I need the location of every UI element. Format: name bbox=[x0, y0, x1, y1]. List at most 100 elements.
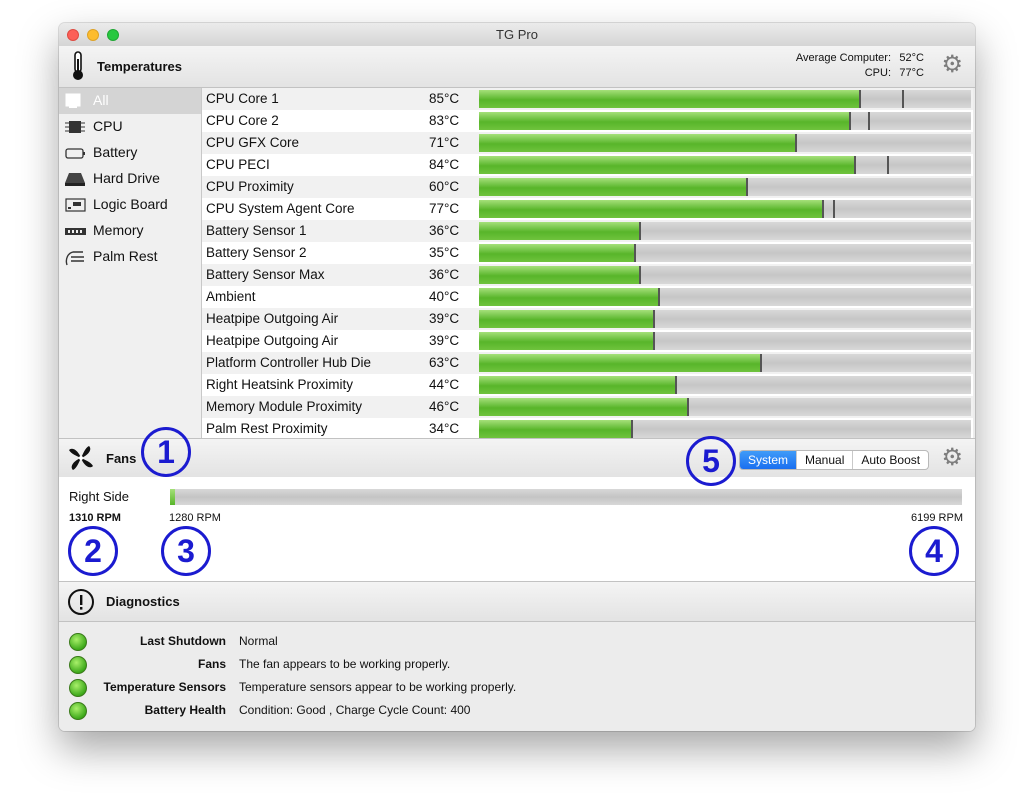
sensor-temperature: 77°C bbox=[429, 201, 460, 216]
fan-current-rpm: 1310 RPM bbox=[69, 512, 121, 524]
temperature-bar-fill bbox=[479, 354, 761, 372]
fan-mode-system-button[interactable]: System bbox=[740, 451, 798, 469]
sensor-name: CPU GFX Core bbox=[206, 135, 300, 150]
sensor-name: CPU Proximity bbox=[206, 179, 294, 194]
fan-mode-manual-button[interactable]: Manual bbox=[797, 451, 854, 469]
temperature-bar-fill bbox=[479, 288, 659, 306]
fans-gear-icon[interactable]: ⚙ bbox=[941, 446, 963, 470]
temperature-bar-track bbox=[479, 266, 971, 284]
temperature-bar-edge bbox=[631, 420, 633, 438]
sidebar-item-hard-drive[interactable]: Hard Drive bbox=[59, 166, 201, 192]
sensor-row[interactable]: Heatpipe Outgoing Air 39°C bbox=[202, 330, 973, 352]
max-temperature-marker bbox=[887, 156, 889, 174]
average-temp-value: 52°C bbox=[899, 52, 924, 64]
fan-min-rpm: 1280 RPM bbox=[169, 512, 221, 524]
sensor-row[interactable]: Right Heatsink Proximity 44°C bbox=[202, 374, 973, 396]
temperature-bar-track bbox=[479, 200, 971, 218]
fan-mode-auto-boost-button[interactable]: Auto Boost bbox=[853, 451, 928, 469]
sensor-row[interactable]: CPU GFX Core 71°C bbox=[202, 132, 973, 154]
sidebar-item-label: Memory bbox=[93, 222, 144, 238]
temperature-bar-track bbox=[479, 398, 971, 416]
status-ok-icon bbox=[69, 656, 87, 674]
sensor-name: Memory Module Proximity bbox=[206, 399, 363, 414]
temperature-bar-track bbox=[479, 90, 971, 108]
sensor-name: Heatpipe Outgoing Air bbox=[206, 333, 339, 348]
sidebar-item-logic-board[interactable]: Logic Board bbox=[59, 192, 201, 218]
sidebar-item-battery[interactable]: Battery bbox=[59, 140, 201, 166]
temperature-bar-fill bbox=[479, 90, 860, 108]
cpu-temp-value: 77°C bbox=[899, 67, 924, 79]
sensor-name: CPU System Agent Core bbox=[206, 201, 355, 216]
sensor-row[interactable]: CPU Core 2 83°C bbox=[202, 110, 973, 132]
sensor-row[interactable]: Memory Module Proximity 46°C bbox=[202, 396, 973, 418]
temperature-bar-track bbox=[479, 376, 971, 394]
fan-mode-segmented-control: System Manual Auto Boost bbox=[739, 450, 930, 470]
temperature-bar-fill bbox=[479, 310, 654, 328]
sensor-row[interactable]: Ambient 40°C bbox=[202, 286, 973, 308]
exclamation-icon bbox=[67, 588, 95, 621]
temperatures-title: Temperatures bbox=[97, 59, 183, 74]
temperature-bar-track bbox=[479, 310, 971, 328]
sensor-name: Ambient bbox=[206, 289, 256, 304]
sensor-temperature: 36°C bbox=[429, 267, 460, 282]
sensor-row[interactable]: Battery Sensor 1 36°C bbox=[202, 220, 973, 242]
temperature-bar-fill bbox=[479, 112, 850, 130]
sensor-row[interactable]: Battery Sensor 2 35°C bbox=[202, 242, 973, 264]
temperature-bar-edge bbox=[822, 200, 824, 218]
diagnostic-label: Temperature Sensors bbox=[103, 680, 227, 694]
sensor-row[interactable]: CPU System Agent Core 77°C bbox=[202, 198, 973, 220]
sensor-temperature: 60°C bbox=[429, 179, 460, 194]
cpu-icon bbox=[65, 119, 85, 135]
sidebar-item-cpu[interactable]: CPU bbox=[59, 114, 201, 140]
temperature-bar-fill bbox=[479, 420, 632, 438]
logic-board-icon bbox=[65, 197, 86, 213]
callout-2: 2 bbox=[68, 526, 118, 576]
sensor-row[interactable]: Palm Rest Proximity 34°C bbox=[202, 418, 973, 438]
sensor-row[interactable]: Platform Controller Hub Die 63°C bbox=[202, 352, 973, 374]
sensor-temperature: 83°C bbox=[429, 113, 460, 128]
all-icon bbox=[65, 93, 85, 109]
temperature-bar-fill bbox=[479, 332, 654, 350]
sidebar-item-palm-rest[interactable]: Palm Rest bbox=[59, 244, 201, 270]
fan-name: Right Side bbox=[69, 489, 129, 504]
temperature-bar-edge bbox=[639, 222, 641, 240]
sensor-temperature: 39°C bbox=[429, 311, 460, 326]
diagnostic-label: Battery Health bbox=[144, 703, 226, 717]
fans-title: Fans bbox=[106, 451, 137, 466]
temperature-bar-edge bbox=[746, 178, 748, 196]
temperature-bar-fill bbox=[479, 398, 688, 416]
sidebar-item-memory[interactable]: Memory bbox=[59, 218, 201, 244]
sidebar-item-label: Hard Drive bbox=[93, 170, 160, 186]
sidebar-item-all[interactable]: All bbox=[59, 88, 201, 114]
temperature-bar-track bbox=[479, 420, 971, 438]
temperature-bar-track bbox=[479, 354, 971, 372]
temperatures-gear-icon[interactable]: ⚙ bbox=[941, 53, 963, 77]
sensor-name: CPU Core 1 bbox=[206, 91, 279, 106]
thermometer-icon bbox=[71, 51, 85, 86]
sensor-row[interactable]: CPU PECI 84°C bbox=[202, 154, 973, 176]
temperature-bar-fill bbox=[479, 200, 823, 218]
battery-icon bbox=[65, 145, 85, 161]
sidebar-item-label: Palm Rest bbox=[93, 248, 158, 264]
temperature-bar-edge bbox=[658, 288, 660, 306]
sensor-row[interactable]: Battery Sensor Max 36°C bbox=[202, 264, 973, 286]
sensor-name: Battery Sensor Max bbox=[206, 267, 325, 282]
sensor-row[interactable]: Heatpipe Outgoing Air 39°C bbox=[202, 308, 973, 330]
fan-icon bbox=[67, 445, 95, 476]
sensor-row[interactable]: CPU Core 1 85°C bbox=[202, 88, 973, 110]
sensor-name: Heatpipe Outgoing Air bbox=[206, 311, 339, 326]
hard-drive-icon bbox=[65, 171, 85, 187]
diagnostic-row: Temperature Sensors Temperature sensors … bbox=[59, 677, 975, 699]
temperature-bar-fill bbox=[479, 376, 676, 394]
sidebar-item-label: CPU bbox=[93, 118, 123, 134]
sensor-name: CPU PECI bbox=[206, 157, 270, 172]
sensor-row[interactable]: CPU Proximity 60°C bbox=[202, 176, 973, 198]
callout-3: 3 bbox=[161, 526, 211, 576]
sensor-category-sidebar: All CPU Battery Hard Drive Logic Board M… bbox=[59, 88, 202, 438]
sidebar-item-label: Logic Board bbox=[93, 196, 168, 212]
diagnostic-value: Condition: Good , Charge Cycle Count: 40… bbox=[239, 703, 471, 717]
title-bar: TG Pro bbox=[59, 23, 975, 47]
temperature-bar-edge bbox=[687, 398, 689, 416]
sensor-temperature: 71°C bbox=[429, 135, 460, 150]
sensor-name: Platform Controller Hub Die bbox=[206, 355, 372, 370]
